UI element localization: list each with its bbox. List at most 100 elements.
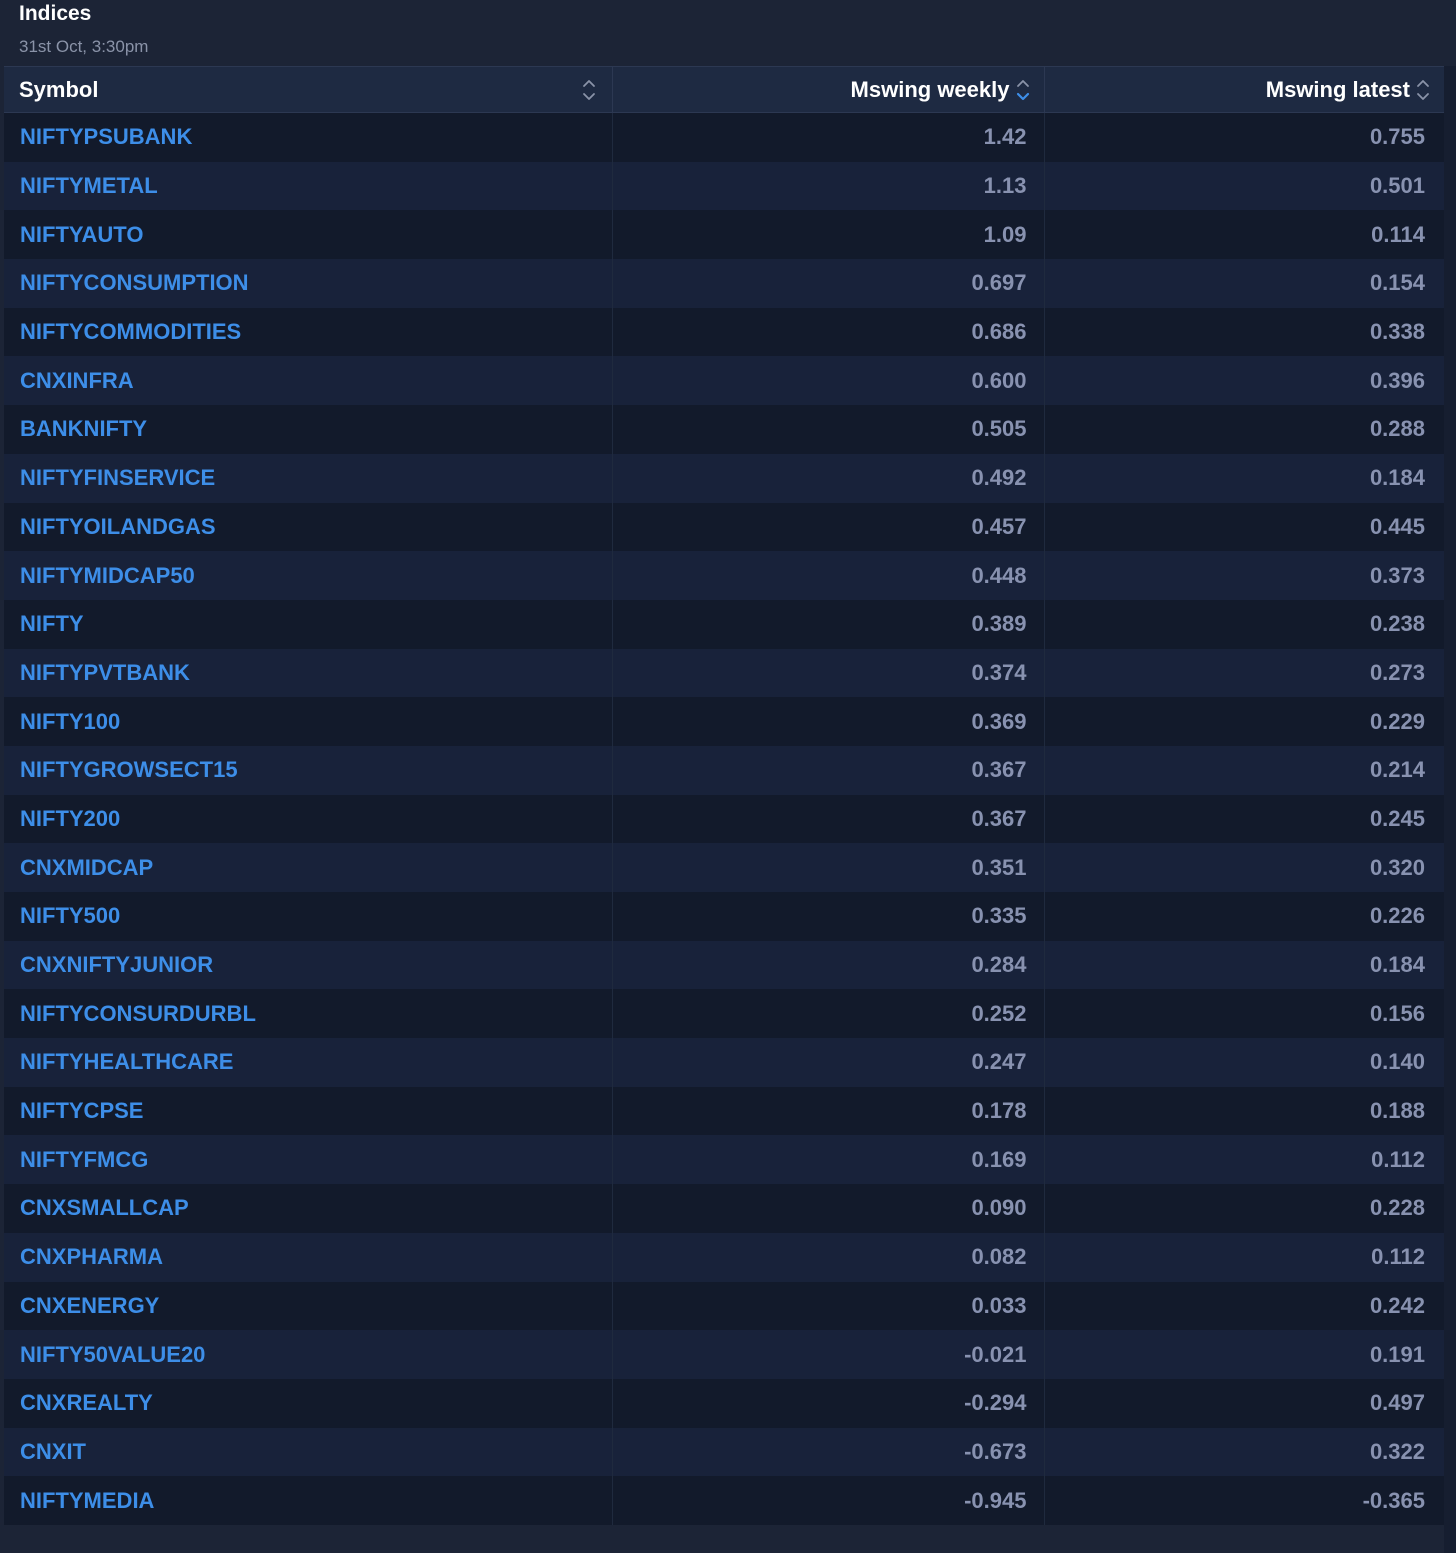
symbol-link[interactable]: NIFTYMEDIA (4, 1476, 612, 1525)
symbol-link[interactable]: NIFTYCONSURDURBL (4, 989, 612, 1039)
mswing-latest-cell: 0.112 (1043, 1232, 1444, 1282)
chevron-up-down-icon[interactable] (1416, 77, 1430, 103)
mswing-weekly-cell: 0.082 (611, 1232, 1044, 1282)
table-row: NIFTY100 0.369 0.229 (4, 697, 1444, 746)
mswing-latest-cell: 0.228 (1043, 1184, 1444, 1233)
sort-descending-icon[interactable] (1016, 77, 1030, 103)
column-header-symbol-label: Symbol (19, 76, 99, 102)
panel-title: Indices (19, 2, 92, 25)
column-header-mswing-latest-label: Mswing latest (1265, 76, 1410, 102)
mswing-latest-cell: 0.154 (1043, 259, 1444, 308)
symbol-link[interactable]: NIFTYFMCG (4, 1135, 612, 1185)
symbol-link[interactable]: CNXSMALLCAP (4, 1184, 612, 1233)
symbol-link[interactable]: NIFTY100 (4, 697, 612, 746)
table-row: NIFTY500 0.335 0.226 (4, 892, 1444, 941)
mswing-latest-cell: 0.214 (1043, 745, 1444, 795)
symbol-link[interactable]: NIFTYGROWSECT15 (4, 745, 612, 795)
symbol-link[interactable]: NIFTYMETAL (4, 161, 612, 211)
table-row: NIFTYGROWSECT15 0.367 0.214 (4, 745, 1444, 795)
mswing-weekly-cell: 0.369 (611, 697, 1044, 746)
symbol-link[interactable]: NIFTYCOMMODITIES (4, 307, 612, 357)
symbol-link[interactable]: NIFTY200 (4, 794, 612, 844)
table-row: CNXENERGY 0.033 0.242 (4, 1281, 1444, 1331)
table-row: NIFTY50VALUE20 -0.021 0.191 (4, 1330, 1444, 1379)
symbol-link[interactable]: CNXMIDCAP (4, 843, 612, 892)
symbol-link[interactable]: NIFTY500 (4, 892, 612, 941)
table-row: NIFTYCOMMODITIES 0.686 0.338 (4, 307, 1444, 357)
table-row: NIFTYCONSUMPTION 0.697 0.154 (4, 259, 1444, 308)
table-row: NIFTYOILANDGAS 0.457 0.445 (4, 502, 1444, 552)
mswing-latest-cell: 0.445 (1043, 502, 1444, 552)
symbol-link[interactable]: NIFTYOILANDGAS (4, 502, 612, 552)
chevron-up-down-icon[interactable] (582, 77, 596, 103)
symbol-link[interactable]: CNXINFRA (4, 356, 612, 406)
mswing-latest-cell: 0.140 (1043, 1038, 1444, 1087)
symbol-link[interactable]: NIFTYHEALTHCARE (4, 1038, 612, 1087)
mswing-weekly-cell: 1.42 (611, 112, 1044, 162)
symbol-link[interactable]: NIFTYMIDCAP50 (4, 551, 612, 600)
mswing-weekly-cell: 1.09 (611, 210, 1044, 260)
table-row: NIFTY200 0.367 0.245 (4, 794, 1444, 844)
mswing-weekly-cell: 0.090 (611, 1184, 1044, 1233)
table-row: NIFTYCONSURDURBL 0.252 0.156 (4, 989, 1444, 1039)
indices-table: Symbol Mswing weekly Mswing latest NIFTY… (4, 66, 1444, 1525)
symbol-link[interactable]: CNXIT (4, 1427, 612, 1477)
table-row: NIFTYCPSE 0.178 0.188 (4, 1086, 1444, 1136)
table-row: BANKNIFTY 0.505 0.288 (4, 405, 1444, 454)
symbol-link[interactable]: NIFTY (4, 599, 612, 649)
mswing-latest-cell: 0.338 (1043, 307, 1444, 357)
table-row: CNXSMALLCAP 0.090 0.228 (4, 1184, 1444, 1233)
mswing-latest-cell: 0.242 (1043, 1281, 1444, 1331)
symbol-link[interactable]: CNXENERGY (4, 1281, 612, 1331)
mswing-weekly-cell: 0.600 (611, 356, 1044, 406)
table-row: CNXNIFTYJUNIOR 0.284 0.184 (4, 940, 1444, 990)
mswing-latest-cell: 0.755 (1043, 112, 1444, 162)
symbol-link[interactable]: NIFTYPSUBANK (4, 112, 612, 162)
symbol-link[interactable]: BANKNIFTY (4, 405, 612, 454)
mswing-weekly-cell: 0.252 (611, 989, 1044, 1039)
mswing-latest-cell: 0.245 (1043, 794, 1444, 844)
symbol-link[interactable]: NIFTYFINSERVICE (4, 453, 612, 503)
mswing-latest-cell: 0.184 (1043, 940, 1444, 990)
mswing-latest-cell: 0.288 (1043, 405, 1444, 454)
mswing-latest-cell: -0.365 (1043, 1476, 1444, 1525)
symbol-link[interactable]: NIFTYPVTBANK (4, 648, 612, 698)
mswing-latest-cell: 0.184 (1043, 453, 1444, 503)
mswing-weekly-cell: 0.448 (611, 551, 1044, 600)
symbol-link[interactable]: CNXPHARMA (4, 1232, 612, 1282)
symbol-link[interactable]: CNXREALTY (4, 1378, 612, 1428)
symbol-link[interactable]: NIFTYAUTO (4, 210, 612, 260)
mswing-latest-cell: 0.229 (1043, 697, 1444, 746)
mswing-weekly-cell: 0.169 (611, 1135, 1044, 1185)
table-row: NIFTYMEDIA -0.945 -0.365 (4, 1476, 1444, 1525)
mswing-latest-cell: 0.156 (1043, 989, 1444, 1039)
table-row: CNXMIDCAP 0.351 0.320 (4, 843, 1444, 892)
table-row: CNXPHARMA 0.082 0.112 (4, 1232, 1444, 1282)
symbol-link[interactable]: NIFTY50VALUE20 (4, 1330, 612, 1379)
table-row: NIFTYPVTBANK 0.374 0.273 (4, 648, 1444, 698)
table-edge-divider (1444, 66, 1456, 1553)
mswing-latest-cell: 0.497 (1043, 1378, 1444, 1428)
mswing-latest-cell: 0.273 (1043, 648, 1444, 698)
panel-header: Indices 31st Oct, 3:30pm (0, 0, 1456, 66)
column-header-symbol[interactable]: Symbol (4, 66, 612, 113)
table-row: NIFTY 0.389 0.238 (4, 599, 1444, 649)
table-row: CNXIT -0.673 0.322 (4, 1427, 1444, 1477)
mswing-weekly-cell: 0.492 (611, 453, 1044, 503)
mswing-latest-cell: 0.322 (1043, 1427, 1444, 1477)
mswing-latest-cell: 0.114 (1043, 210, 1444, 260)
table-row: NIFTYPSUBANK 1.42 0.755 (4, 112, 1444, 162)
symbol-link[interactable]: CNXNIFTYJUNIOR (4, 940, 612, 990)
symbol-link[interactable]: NIFTYCONSUMPTION (4, 259, 612, 308)
column-header-mswing-weekly[interactable]: Mswing weekly (611, 66, 1044, 113)
indices-page: Indices 31st Oct, 3:30pm Symbol Mswing w… (0, 0, 1456, 1553)
mswing-weekly-cell: 0.697 (611, 259, 1044, 308)
mswing-weekly-cell: 0.505 (611, 405, 1044, 454)
mswing-weekly-cell: 0.033 (611, 1281, 1044, 1331)
mswing-weekly-cell: 1.13 (611, 161, 1044, 211)
mswing-latest-cell: 0.238 (1043, 599, 1444, 649)
symbol-link[interactable]: NIFTYCPSE (4, 1086, 612, 1136)
mswing-weekly-cell: 0.247 (611, 1038, 1044, 1087)
column-header-mswing-latest[interactable]: Mswing latest (1043, 66, 1444, 113)
mswing-weekly-cell: 0.686 (611, 307, 1044, 357)
